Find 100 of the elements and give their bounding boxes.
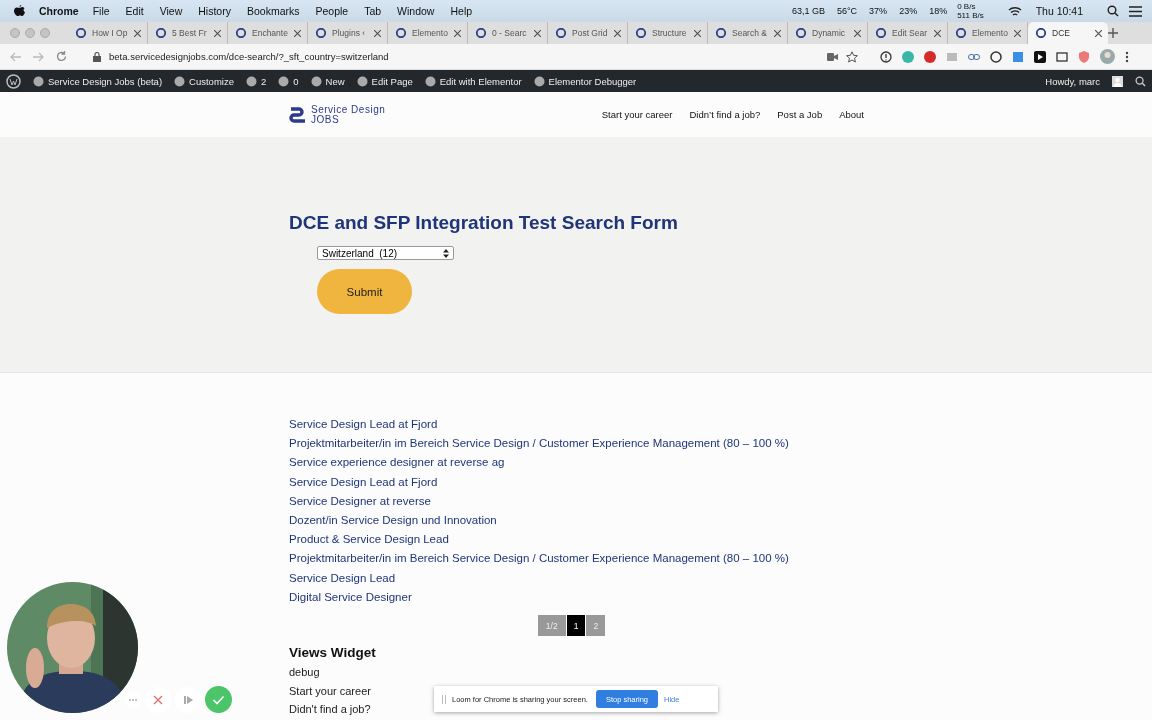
job-link[interactable]: Service experience designer at reverse ag: [289, 453, 864, 473]
menu-item[interactable]: View: [159, 5, 183, 17]
close-icon[interactable]: [934, 29, 941, 37]
logo-text[interactable]: JOBS: [311, 114, 386, 125]
favicon-icon: [1036, 28, 1046, 38]
close-icon[interactable]: [134, 29, 141, 37]
status-item[interactable]: 37%: [869, 6, 888, 16]
reload-icon[interactable]: [56, 51, 67, 62]
search-icon[interactable]: [1107, 5, 1119, 17]
menu-item[interactable]: File: [92, 5, 110, 17]
app-menu[interactable]: Chrome: [39, 5, 79, 17]
dot-icon: [533, 75, 545, 87]
close-icon[interactable]: [614, 29, 621, 37]
menu-item[interactable]: Help: [450, 5, 473, 17]
close-icon[interactable]: [534, 29, 541, 37]
shield-icon[interactable]: [1078, 50, 1090, 63]
close-icon[interactable]: [854, 29, 861, 37]
admin-bar-item[interactable]: Elementor Debugger: [533, 75, 637, 87]
favicon-icon: [76, 28, 86, 38]
menu-item[interactable]: Tab: [364, 5, 382, 17]
logo-text[interactable]: Service Design: [311, 104, 386, 115]
logo-icon[interactable]: [289, 105, 307, 124]
new-tab-icon[interactable]: [1108, 28, 1118, 38]
close-icon[interactable]: [1014, 29, 1021, 37]
dot-icon: [310, 75, 322, 87]
job-link[interactable]: Digital Service Designer: [289, 587, 864, 608]
screen-capture-icon[interactable]: [1056, 50, 1068, 63]
dot-icon: [174, 75, 186, 87]
favicon-icon: [956, 28, 966, 38]
up-down-arrows-icon: [443, 248, 449, 258]
favicon-icon: [556, 28, 566, 38]
page-count: 1/2: [537, 615, 566, 637]
favicon-icon: [716, 28, 726, 38]
wifi-icon[interactable]: [1007, 5, 1022, 17]
apple-icon[interactable]: [14, 4, 25, 18]
extension-icon[interactable]: [990, 50, 1002, 63]
close-icon[interactable]: [774, 29, 781, 37]
menu-item[interactable]: Window: [397, 5, 435, 17]
submit-button[interactable]: Submit: [317, 269, 412, 314]
more-icon[interactable]: [1125, 50, 1129, 63]
status-item[interactable]: 63,1 GB: [791, 6, 825, 16]
admin-bar-item[interactable]: 2: [245, 75, 267, 87]
widget-link[interactable]: debug: [289, 663, 320, 682]
country-select[interactable]: Switzerland (12): [317, 246, 454, 260]
favicon-icon: [876, 28, 886, 38]
user-icon[interactable]: [1112, 75, 1123, 87]
menu-item[interactable]: Bookmarks: [246, 5, 300, 17]
check-icon[interactable]: [205, 686, 232, 713]
admin-bar-item[interactable]: Service Design Jobs (beta): [33, 75, 163, 87]
dot-icon: [278, 75, 290, 87]
job-link[interactable]: Dozent/in Service Design und Innovation: [289, 511, 864, 531]
dot-icon: [33, 75, 44, 87]
nav-link[interactable]: Didn’t find a job?: [689, 109, 761, 120]
clock[interactable]: Thu 10:41: [1035, 5, 1083, 17]
nav-link[interactable]: About: [839, 109, 864, 120]
list-icon[interactable]: [1129, 5, 1142, 17]
menu-item[interactable]: People: [315, 5, 349, 17]
favicon-icon: [476, 28, 486, 38]
favicon-icon: [396, 28, 406, 38]
job-link[interactable]: Service Design Lead at Fjord: [289, 415, 864, 435]
job-link[interactable]: Projektmitarbeiter/in im Bereich Service Design / Customer Experience Management (80 – 100 %): [289, 434, 864, 454]
admin-bar-item[interactable]: Customize: [174, 75, 234, 87]
status-item[interactable]: 18%: [929, 6, 948, 16]
nav-link[interactable]: Start your career: [601, 109, 673, 120]
search-icon[interactable]: [1135, 75, 1146, 87]
close-icon[interactable]: [374, 29, 381, 37]
browser-tab[interactable]: DCE: [1028, 22, 1108, 44]
drag-handle-icon[interactable]: [442, 694, 446, 704]
job-link[interactable]: Service Design Lead: [289, 568, 864, 588]
admin-bar-item[interactable]: Edit Page: [356, 75, 413, 87]
greeting[interactable]: Howdy, marc: [1045, 75, 1100, 87]
menu-item[interactable]: History: [198, 5, 231, 17]
favicon-icon: [636, 28, 646, 38]
status-item[interactable]: 56°C: [837, 6, 858, 16]
camera-icon[interactable]: [827, 52, 838, 61]
admin-bar-item[interactable]: New: [310, 75, 345, 87]
widget-link[interactable]: Didn't find a job?: [289, 700, 371, 719]
wordpress-icon[interactable]: [6, 73, 21, 89]
job-link[interactable]: Product & Service Design Lead: [289, 530, 864, 550]
download-rate: 511 B/s: [957, 11, 984, 20]
widget-link[interactable]: Start your career: [289, 681, 371, 701]
favicon-icon: [236, 28, 246, 38]
close-icon[interactable]: [214, 29, 221, 37]
star-icon[interactable]: [846, 50, 858, 63]
job-link[interactable]: Service Design Lead at Fjord: [289, 472, 864, 492]
job-link[interactable]: Service Designer at reverse: [289, 491, 864, 511]
nav-link[interactable]: Post a Job: [777, 109, 823, 120]
job-link[interactable]: Projektmitarbeiter/in im Bereich Service Design / Customer Experience Management (80 – 100 %): [289, 549, 864, 569]
page-link[interactable]: 1: [566, 615, 586, 637]
close-icon[interactable]: [294, 29, 301, 37]
admin-bar-item[interactable]: Edit with Elementor: [424, 75, 522, 87]
admin-bar-item[interactable]: 0: [278, 75, 299, 87]
menu-item[interactable]: Edit: [125, 5, 144, 17]
status-item[interactable]: 23%: [899, 6, 918, 16]
close-icon[interactable]: [454, 29, 461, 37]
close-icon[interactable]: [1095, 29, 1102, 37]
play-icon[interactable]: [1034, 50, 1046, 63]
favicon-icon: [156, 28, 166, 38]
close-icon[interactable]: [694, 29, 701, 37]
info-icon[interactable]: [880, 50, 892, 63]
